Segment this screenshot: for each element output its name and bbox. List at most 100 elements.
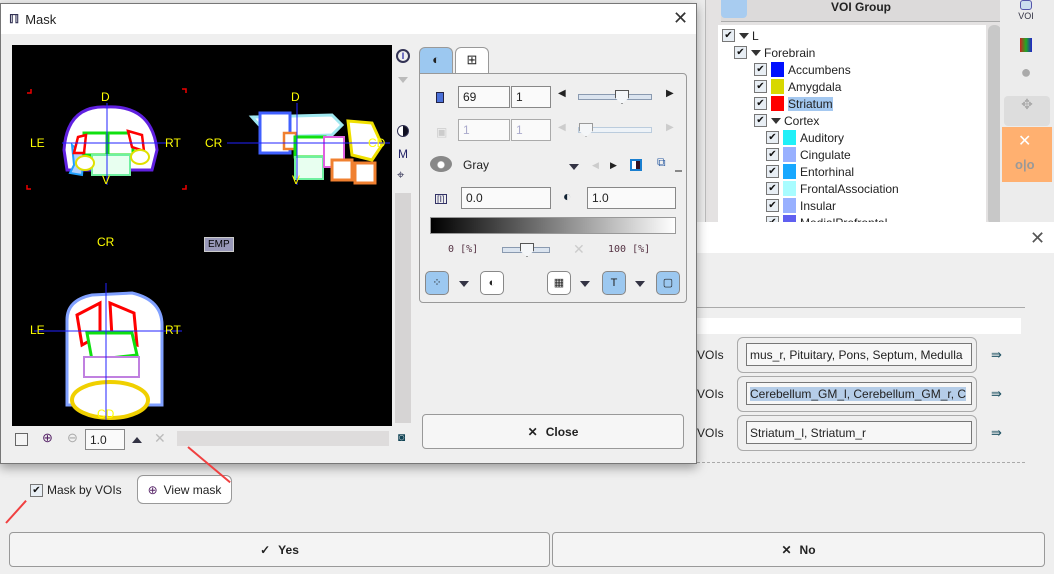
slider-thumb[interactable] (615, 90, 629, 104)
close-icon[interactable]: ✕ (673, 8, 688, 29)
tree-checkbox[interactable]: ✔ (754, 114, 767, 127)
fusion-mode-dropdown-icon[interactable] (459, 281, 469, 287)
tree-checkbox[interactable]: ✔ (754, 80, 767, 93)
slice-step-input[interactable]: 1 (511, 86, 551, 108)
tree-checkbox[interactable]: ✔ (766, 131, 779, 144)
select-vois-icon[interactable]: ⇛ (991, 425, 1002, 441)
colorbar-icon[interactable]: ⧉ (657, 155, 666, 170)
empty-badge[interactable]: EMP (204, 237, 234, 252)
select-vois-icon[interactable]: ⇛ (991, 347, 1002, 363)
frame-step-input[interactable]: 1 (511, 119, 551, 141)
voi-list-field[interactable]: mus_r, Pituitary, Pons, Septum, Medulla (746, 343, 972, 366)
palette-icon[interactable] (430, 156, 452, 172)
dropdown-icon[interactable] (398, 77, 408, 83)
expand-icon[interactable] (771, 117, 781, 124)
yes-button[interactable]: ✓ Yes (9, 532, 550, 567)
expand-icon[interactable] (751, 49, 761, 56)
tree-node[interactable]: ✔ Entorhinal (766, 163, 854, 180)
voi-icon[interactable]: VOI (1012, 0, 1040, 24)
fusion-mode-button[interactable]: ⁘ (425, 271, 449, 295)
tree-checkbox[interactable]: ✔ (754, 97, 767, 110)
select-vois-icon[interactable]: ⇛ (991, 386, 1002, 402)
tree-node[interactable]: ✔ Cortex (754, 112, 819, 129)
tree-node[interactable]: ✔ Forebrain (734, 44, 815, 61)
tree-node[interactable]: ✔ FrontalAssociation (766, 180, 899, 197)
split-icon[interactable]: o|o (1015, 157, 1035, 172)
text-overlay-button[interactable]: T (602, 271, 626, 295)
move-voi-icon[interactable]: ✥ (1004, 96, 1050, 126)
crosshair-icon[interactable]: ⌖ (397, 167, 404, 183)
voi-panel: VOI Group ✔ L ✔ Forebrain ✔ Accumbens ✔ Amygdal… (705, 0, 1001, 230)
capture-icon[interactable]: ◙ (398, 430, 405, 444)
colormap-icon[interactable] (1012, 34, 1040, 58)
max-contrast-icon[interactable]: ◐ (563, 188, 571, 204)
brain-icon[interactable]: ● (1012, 62, 1040, 86)
tree-node[interactable]: ✔ Insular (766, 197, 836, 214)
min-value-input[interactable]: 0.0 (461, 187, 551, 209)
tree-checkbox[interactable]: ✔ (766, 182, 779, 195)
slider-thumb[interactable] (520, 243, 534, 257)
layout-checkbox[interactable] (15, 433, 28, 446)
threshold-slider[interactable] (502, 243, 550, 257)
tree-view-icon[interactable] (721, 0, 747, 18)
max-value-input[interactable]: 1.0 (587, 187, 676, 209)
next-frame-icon[interactable]: ▶ (666, 122, 674, 133)
tree-node[interactable]: ✔ Auditory (766, 129, 844, 146)
frame-slider[interactable] (578, 123, 652, 137)
prev-frame-icon[interactable]: ◀ (558, 122, 566, 133)
no-button[interactable]: ✕ No (552, 532, 1045, 567)
reset-threshold-icon[interactable]: ✕ (573, 241, 585, 258)
info-icon[interactable]: I (396, 49, 410, 63)
slice-input[interactable]: 69 (458, 86, 510, 108)
colormap-dropdown-icon[interactable] (569, 164, 579, 170)
checkbox[interactable]: ✔ (30, 483, 43, 497)
contrast-icon[interactable] (397, 125, 409, 137)
text-dropdown-icon[interactable] (635, 281, 645, 287)
frame-input[interactable]: 1 (458, 119, 510, 141)
tree-node[interactable]: ✔ Cingulate (766, 146, 851, 163)
tree-checkbox[interactable]: ✔ (766, 199, 779, 212)
view-mask-button[interactable]: ⊕ View mask (137, 475, 232, 504)
tree-node[interactable]: ✔ Striatum (754, 95, 833, 112)
tree-checkbox[interactable]: ✔ (766, 148, 779, 161)
reset-icon[interactable]: ✕ (154, 430, 166, 447)
m-icon[interactable]: M (398, 147, 408, 161)
tree-checkbox[interactable]: ✔ (722, 29, 735, 42)
tree-checkbox[interactable]: ✔ (754, 63, 767, 76)
minimize-icon[interactable] (675, 170, 682, 172)
prev-slice-icon[interactable]: ◀ (558, 88, 566, 99)
tree-node[interactable]: ✔ Accumbens (754, 61, 851, 78)
tab-display[interactable]: ◐ (419, 47, 453, 73)
tree-node[interactable]: ✔ L (722, 27, 759, 44)
slice-slider[interactable] (578, 90, 652, 104)
grid-dropdown-icon[interactable] (580, 281, 590, 287)
tree-node[interactable]: ✔ Amygdala (754, 78, 841, 95)
colormap-select[interactable]: Gray (463, 158, 489, 172)
prev-colormap-icon[interactable]: ◀ (592, 160, 599, 171)
mask-by-vois-checkbox[interactable]: ✔ Mask by VOIs (30, 483, 122, 497)
tree-checkbox[interactable]: ✔ (766, 165, 779, 178)
next-colormap-icon[interactable]: ▶ (610, 160, 617, 171)
voi-list-field[interactable]: Striatum_l, Striatum_r (746, 421, 972, 444)
slider-thumb[interactable] (579, 123, 593, 137)
delete-icon[interactable]: ✕ (1018, 131, 1031, 151)
dither-button[interactable]: ◐ (480, 271, 504, 295)
next-slice-icon[interactable]: ▶ (666, 88, 674, 99)
image-viewer[interactable]: D V LE RT D V CR CD CR CD LE RT EMP (12, 45, 392, 426)
voi-tree: ✔ L ✔ Forebrain ✔ Accumbens ✔ Amygdala ✔ Striatum… (718, 25, 986, 230)
close-button[interactable]: ✕ Close (422, 414, 684, 449)
voi-list-field[interactable]: Cerebellum_GM_l, Cerebellum_GM_r, C (746, 382, 972, 405)
invert-colormap-icon[interactable] (630, 159, 642, 171)
tab-layout[interactable]: ⊞ (455, 47, 489, 73)
tree-checkbox[interactable]: ✔ (734, 46, 747, 59)
outline-button[interactable]: ▢ (656, 271, 680, 295)
zoom-up-icon[interactable] (132, 437, 142, 443)
expand-icon[interactable] (739, 32, 749, 39)
zoom-out-icon[interactable]: ⊖ (67, 430, 78, 446)
zoom-input[interactable]: 1.0 (85, 429, 125, 450)
viewer-scrollbar[interactable] (395, 193, 411, 423)
colorbar[interactable] (430, 217, 676, 234)
grid-overlay-button[interactable]: ▦ (547, 271, 571, 295)
zoom-in-icon[interactable]: ⊕ (42, 430, 53, 446)
close-icon[interactable]: ✕ (1030, 228, 1045, 249)
